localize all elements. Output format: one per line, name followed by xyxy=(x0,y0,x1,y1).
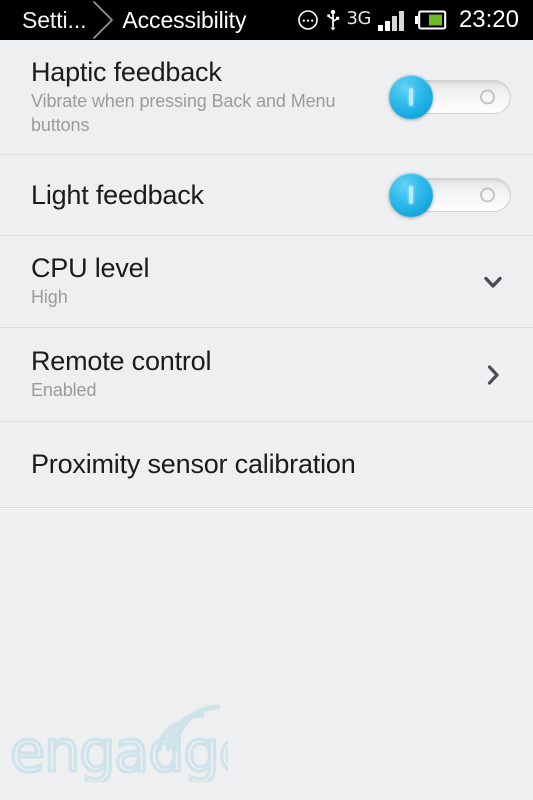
toggle-knob[interactable] xyxy=(389,75,433,119)
breadcrumb-parent-settings[interactable]: Setti... xyxy=(22,7,87,34)
row-text-block: CPU level High xyxy=(31,253,475,310)
row-text-block: Proximity sensor calibration xyxy=(31,449,511,479)
row-title: Remote control xyxy=(31,346,212,377)
status-bar: Setti... Accessibility 3G 23:20 xyxy=(0,0,533,40)
engadget-wifi-arcs xyxy=(157,704,221,752)
chevron-down-icon[interactable] xyxy=(475,264,511,300)
settings-row-proximity-sensor-calibration[interactable]: Proximity sensor calibration xyxy=(0,422,533,507)
phone-screen: Setti... Accessibility 3G 23:20 Haptic f… xyxy=(0,0,533,800)
message-icon xyxy=(297,9,319,31)
row-accessory xyxy=(389,173,511,217)
row-text-block: Remote control Enabled xyxy=(31,346,475,403)
row-accessory xyxy=(475,357,511,393)
row-title: Light feedback xyxy=(31,179,204,210)
toggle-knob[interactable] xyxy=(389,173,433,217)
row-text-block: Light feedback xyxy=(31,180,389,210)
settings-row-remote-control[interactable]: Remote control Enabled xyxy=(0,328,533,421)
signal-bars-icon xyxy=(377,9,408,31)
haptic-feedback-toggle[interactable] xyxy=(389,75,511,119)
row-subtitle: Vibrate when pressing Back and Menu butt… xyxy=(31,91,336,135)
breadcrumb-separator-icon xyxy=(86,1,120,39)
settings-list: Haptic feedback Vibrate when pressing Ba… xyxy=(0,40,533,508)
row-title: CPU level xyxy=(31,253,150,284)
toggle-off-marker-icon xyxy=(480,89,495,105)
breadcrumb[interactable]: Setti... Accessibility xyxy=(22,1,246,39)
toggle-off-marker-icon xyxy=(480,187,495,203)
row-subtitle: Enabled xyxy=(31,380,97,401)
row-subtitle: High xyxy=(31,287,68,308)
settings-row-cpu-level[interactable]: CPU level High xyxy=(0,236,533,327)
network-3g-icon: 3G xyxy=(346,8,372,29)
settings-row-light-feedback[interactable]: Light feedback xyxy=(0,155,533,235)
row-text-block: Haptic feedback Vibrate when pressing Ba… xyxy=(31,57,389,137)
status-icons-group: 3G 23:20 xyxy=(297,6,521,34)
settings-row-haptic-feedback[interactable]: Haptic feedback Vibrate when pressing Ba… xyxy=(0,40,533,154)
engadget-wordmark: engadget xyxy=(10,719,228,782)
usb-icon xyxy=(326,9,340,31)
chevron-right-icon[interactable] xyxy=(475,357,511,393)
battery-icon xyxy=(414,10,447,30)
row-title: Proximity sensor calibration xyxy=(31,449,356,480)
row-accessory xyxy=(389,75,511,119)
status-clock: 23:20 xyxy=(458,6,519,33)
engadget-watermark: engadget xyxy=(8,687,228,782)
light-feedback-toggle[interactable] xyxy=(389,173,511,217)
row-accessory xyxy=(475,264,511,300)
row-divider xyxy=(0,507,533,508)
row-title: Haptic feedback xyxy=(31,56,222,87)
breadcrumb-current-accessibility: Accessibility xyxy=(122,6,247,33)
